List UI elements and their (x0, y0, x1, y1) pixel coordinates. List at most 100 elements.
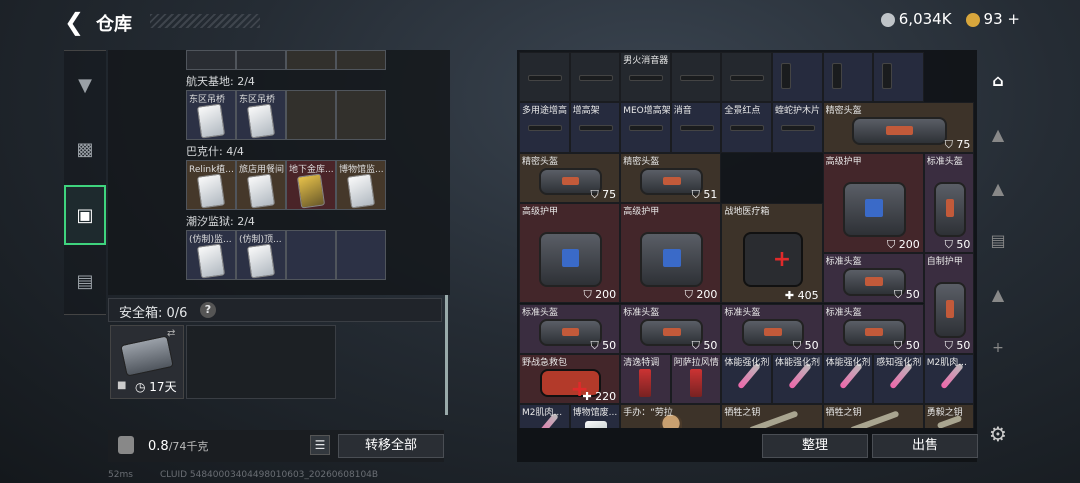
item-name: 精密头盔 (825, 106, 862, 117)
drink-icon (689, 368, 702, 397)
inventory-item[interactable]: 标准头盔 ⛉ 50 (822, 253, 924, 304)
inventory-item[interactable]: 精密头盔 ⛉ 51 (620, 152, 722, 203)
item-slot[interactable]: 东区吊桥 (236, 90, 286, 140)
inventory-item[interactable]: 感知强化剂 (873, 353, 924, 405)
inventory-item[interactable]: 标准头盔 ⛉ 50 (620, 303, 722, 354)
inventory-item[interactable]: 全景红点 (721, 102, 772, 153)
armor-icon[interactable]: ▩ (64, 119, 106, 179)
section-label: 航天基地: 2/4 (186, 75, 255, 88)
scope-icon (629, 125, 664, 132)
safe-box-grid[interactable] (186, 325, 336, 399)
item-slot[interactable]: Relink植... (186, 160, 236, 210)
title-decoration (150, 14, 260, 28)
list-icon[interactable]: ☰ (310, 435, 330, 455)
item-slot[interactable]: (仿制)顶... (236, 230, 286, 280)
inventory-item[interactable] (519, 52, 570, 103)
inventory-item[interactable]: 精密头盔 ⛉ 75 (822, 102, 975, 153)
weight-value: 0.8 (148, 439, 169, 454)
item-slot[interactable]: 地下金库... (286, 160, 336, 210)
inventory-item[interactable] (569, 52, 621, 103)
inventory-item[interactable]: 清逸特调 (620, 353, 671, 405)
add-tab-icon[interactable]: + (984, 334, 1012, 362)
item-slot[interactable] (286, 50, 336, 70)
inventory-item[interactable]: 多用途增高 (519, 102, 570, 153)
inventory-item[interactable]: M2肌肉... (923, 353, 975, 405)
currency-1: 6,034K (880, 10, 952, 28)
inventory-item[interactable] (873, 52, 924, 103)
inventory-item[interactable]: 高级护甲 ⛉ 200 (822, 152, 924, 254)
safe-box-label: 安全箱: 0/6 (119, 306, 188, 321)
sort-button[interactable]: 整理 (762, 434, 868, 458)
inventory-item[interactable]: + 野战急救包 ✚ 220 (519, 353, 621, 405)
item-slot[interactable]: 东区吊桥 (186, 90, 236, 140)
inventory-item[interactable]: 男火消音器 (620, 52, 671, 103)
sell-button[interactable]: 出售 (872, 434, 978, 458)
item-slot[interactable]: 博物馆监... (336, 160, 386, 210)
inventory-item[interactable]: 标准头盔 ⛉ 50 (519, 303, 621, 354)
inventory-item[interactable]: 体能强化剂 (721, 353, 772, 405)
item-slot[interactable] (286, 90, 336, 140)
inventory-item[interactable] (822, 52, 874, 103)
inventory-item[interactable]: 勇毅之钥 (923, 404, 975, 428)
settings-icon[interactable]: ⚙ (984, 420, 1012, 448)
page-title: 仓库 (96, 14, 132, 35)
inventory-item[interactable]: 蝰蛇护木片 (772, 102, 823, 153)
back-arrow-icon[interactable]: ❮ (64, 8, 92, 36)
briefcase-icon[interactable]: ▤ (64, 251, 106, 311)
inventory-item[interactable]: 消音 (670, 102, 722, 153)
tab-icon-3[interactable]: ▤ (984, 226, 1012, 254)
inventory-item[interactable]: 标准头盔 ⛉ 50 (822, 303, 924, 354)
item-slot[interactable] (336, 90, 386, 140)
inventory-grid[interactable]: 男火消音器 多用途增高 增高架 MEO增高架 消音 全景红点 蝰蛇护木片 精密头盔 ⛉ 75 精密… (519, 52, 975, 428)
currency-2[interactable]: 93 + (965, 10, 1020, 28)
item-name: 男火消音器 (623, 56, 669, 66)
item-durability: ⛉ 51 (691, 187, 718, 201)
inventory-item[interactable]: 标准头盔 ⛉ 50 (721, 303, 823, 354)
keycard-icon (196, 173, 226, 209)
inventory-item[interactable]: 标准头盔 ⛉ 50 (923, 152, 975, 254)
inventory-item[interactable]: 高级护甲 ⛉ 200 (519, 202, 621, 304)
item-slot[interactable] (236, 50, 286, 70)
item-slot[interactable] (336, 230, 386, 280)
item-slot[interactable] (336, 50, 386, 70)
item-name: 体能强化剂 (724, 357, 770, 368)
scrollbar[interactable] (445, 295, 448, 415)
inventory-item[interactable]: 博物馆废... (569, 404, 621, 428)
inventory-item[interactable]: M2肌肉... (519, 404, 570, 428)
inventory-item[interactable]: MEO增高架 (620, 102, 671, 153)
inventory-item[interactable]: 增高架 (569, 102, 621, 153)
item-slot[interactable] (186, 50, 236, 70)
add-currency-button[interactable]: + (1007, 10, 1020, 28)
item-slot[interactable]: (仿制)监... (186, 230, 236, 280)
inventory-item[interactable] (670, 52, 722, 103)
inventory-item[interactable] (772, 52, 823, 103)
home-icon[interactable]: ⌂ (984, 66, 1012, 94)
inventory-item[interactable]: 阿萨拉风情 (670, 353, 722, 405)
tab-icon-4[interactable]: ▲ (984, 280, 1012, 308)
swap-icon[interactable]: ⇄ (167, 328, 175, 339)
inventory-item[interactable]: 精密头盔 ⛉ 75 (519, 152, 621, 203)
help-icon[interactable]: ? (200, 302, 216, 318)
safe-box-item[interactable]: ⇄ ■ ◷ 17天 (110, 325, 184, 399)
inventory-item[interactable]: 牺牲之钥 (822, 404, 924, 428)
inventory-item[interactable]: 自制护甲 ⛉ 50 (923, 253, 975, 354)
inventory-item[interactable] (721, 52, 772, 103)
inventory-item[interactable]: 高级护甲 ⛉ 200 (620, 202, 722, 304)
gun-icon[interactable]: ▼ (64, 55, 106, 115)
inventory-item[interactable]: + 战地医疗箱 ✚ 405 (721, 202, 823, 304)
item-slot[interactable] (286, 230, 336, 280)
backpack-icon[interactable]: ▣ (64, 185, 106, 245)
inventory-item[interactable]: 手办：“劳拉 (620, 404, 722, 428)
stash-panel[interactable]: 航天基地: 2/4 东区吊桥 东区吊桥 巴克什: 4/4 Relink植... … (108, 50, 450, 295)
tab-icon-2[interactable]: ▲ (984, 174, 1012, 202)
section-label: 潮汐监狱: 2/4 (186, 215, 255, 228)
inventory-item[interactable]: 体能强化剂 (772, 353, 823, 405)
rail-icon (730, 75, 765, 81)
transfer-all-button[interactable]: 转移全部 (338, 434, 444, 458)
item-slot[interactable]: 旅店用餐间 (236, 160, 286, 210)
inventory-item[interactable]: 体能强化剂 (822, 353, 874, 405)
inventory-item[interactable]: 牺牲之钥 (721, 404, 823, 428)
section-label: 巴克什: 4/4 (186, 145, 244, 158)
ping-status: 52ms (108, 470, 133, 480)
tab-icon-1[interactable]: ▲ (984, 120, 1012, 148)
